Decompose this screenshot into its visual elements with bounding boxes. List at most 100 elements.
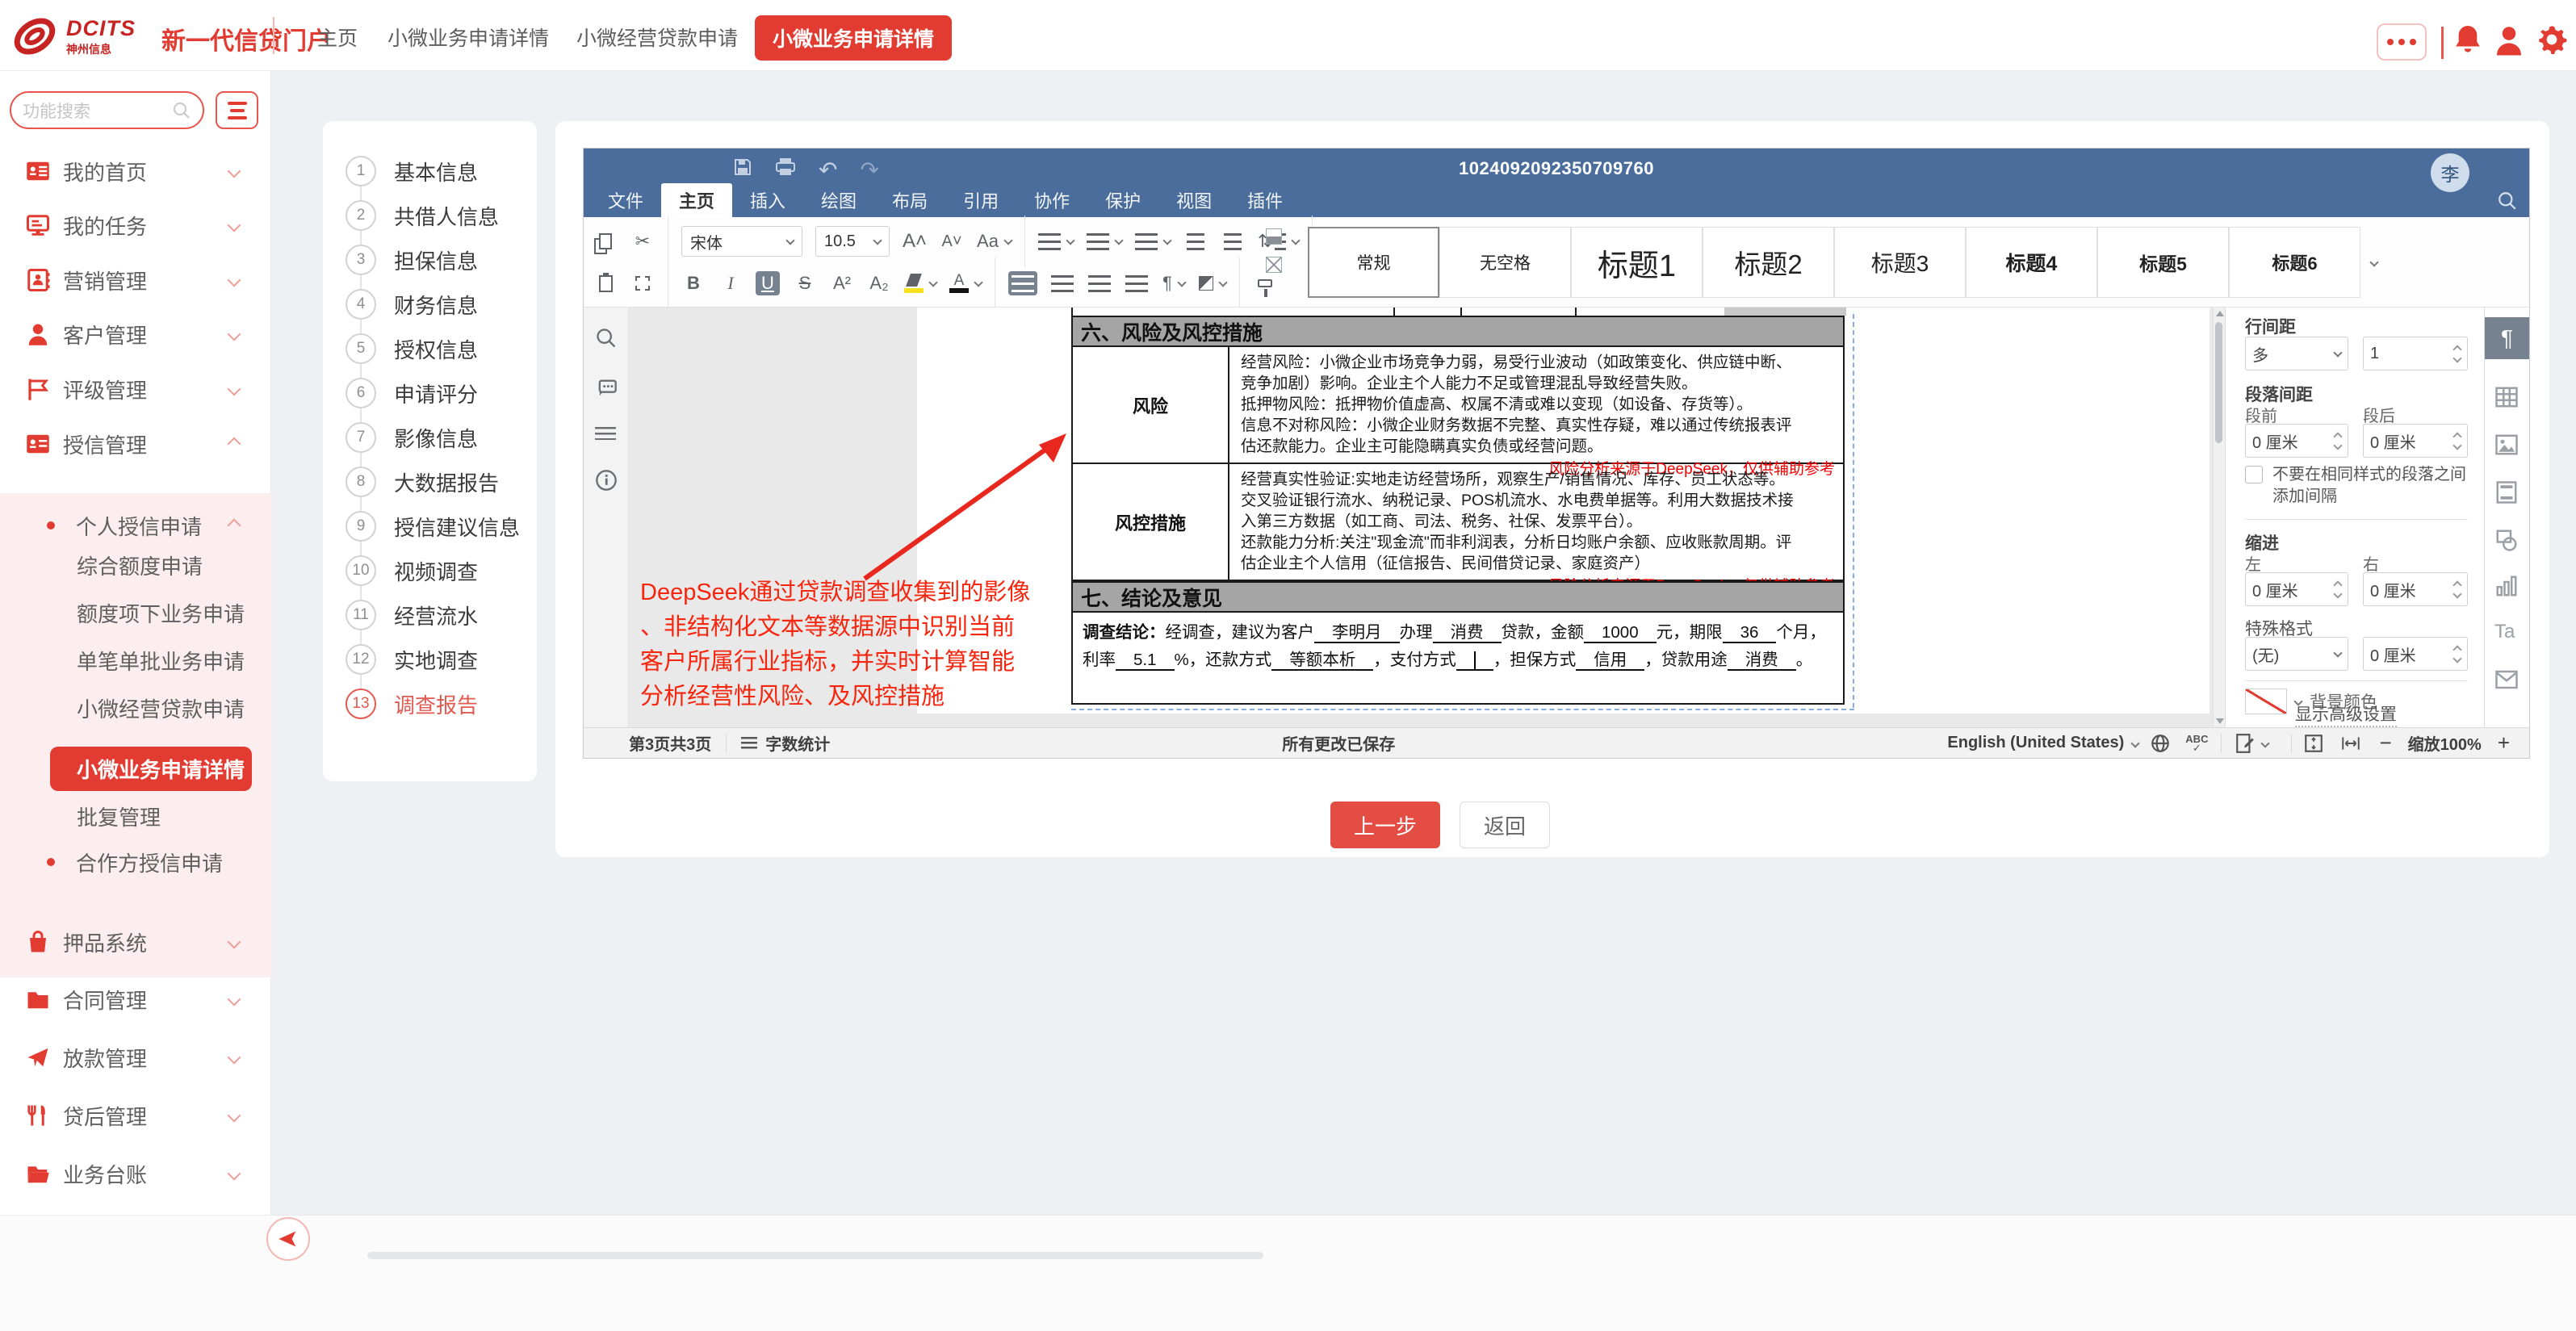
language-selector[interactable]: English (United States) [1947,734,2124,752]
field-payment-method[interactable] [1456,651,1493,671]
decrease-indent-icon[interactable] [1183,229,1208,253]
scroll-up-arrow[interactable] [2216,311,2224,316]
user-icon[interactable] [2494,23,2524,56]
chart-settings-icon[interactable] [2494,574,2519,598]
field-amount[interactable]: 1000 [1584,623,1657,643]
menu-references[interactable]: 引用 [945,183,1016,217]
sidebar-item-customers[interactable]: 客户管理 [0,310,271,358]
globe-icon[interactable] [2150,733,2171,754]
editor-search-icon[interactable] [2497,190,2518,211]
increase-indent-icon[interactable] [1221,229,1245,253]
align-center-icon[interactable] [1050,271,1074,295]
horizontal-scrollbar[interactable] [367,1252,1263,1259]
bullet-list-icon[interactable] [1038,229,1074,253]
spellcheck-icon[interactable]: ABC✓ [2185,735,2208,752]
step-1[interactable]: 1基本信息 [323,156,537,186]
menu-protection[interactable]: 保护 [1087,183,1158,217]
no-color-swatch[interactable] [2245,689,2287,714]
style-heading5[interactable]: 标题5 [2097,227,2229,298]
bold-icon[interactable]: B [681,271,706,295]
headings-nav-icon[interactable] [595,427,616,440]
style-normal[interactable]: 常规 [1308,227,1439,298]
advanced-settings-link[interactable]: 显示高级设置 [2295,701,2397,727]
style-heading2[interactable]: 标题2 [1703,227,1834,298]
nav-active-tab[interactable]: 小微业务申请详情 [755,15,952,61]
menu-file[interactable]: 文件 [590,183,661,217]
find-icon[interactable] [595,327,618,349]
sidebar-item-rating[interactable]: 评级管理 [0,365,271,413]
comments-icon[interactable] [595,377,618,400]
gear-icon[interactable] [2536,23,2567,56]
sidebar-item-comprehensive-quota[interactable]: 综合额度申请 [77,550,203,580]
step-11[interactable]: 11经营流水 [323,600,537,630]
menu-insert[interactable]: 插入 [732,183,803,217]
previous-step-button[interactable]: 上一步 [1330,802,1440,848]
field-customer-name[interactable]: 李明月 [1314,623,1400,643]
justify-icon[interactable] [1125,271,1149,295]
select-icon[interactable] [630,271,655,295]
table-settings-icon[interactable] [2494,385,2519,409]
menu-draw[interactable]: 绘图 [803,183,874,217]
sidebar-item-contracts[interactable]: 合同管理 [0,975,271,1023]
indent-left-input[interactable]: 0 厘米 [2245,572,2348,606]
field-repayment[interactable]: 等额本析 [1271,651,1373,671]
multilevel-list-icon[interactable] [1135,229,1171,253]
copy-icon[interactable] [593,229,618,253]
sidebar-item-ledger[interactable]: 业务台账 [0,1149,271,1198]
collaborator-avatar[interactable]: 李 [2431,153,2469,192]
text-art-settings-icon[interactable]: Ta [2494,621,2515,643]
align-right-icon[interactable] [1087,271,1112,295]
word-count-label[interactable]: 字数统计 [765,731,830,755]
special-format-select[interactable]: (无) [2245,637,2348,671]
menu-collaboration[interactable]: 协作 [1016,183,1087,217]
return-button[interactable]: 返回 [1460,802,1550,848]
font-color-icon[interactable]: A [949,271,982,295]
field-loan-type[interactable]: 消费 [1433,623,1502,643]
nav-home[interactable]: 主页 [317,23,358,52]
sidebar-item-collateral[interactable]: 押品系统 [0,918,271,966]
document-scrollbar[interactable] [2213,308,2225,727]
sidebar-item-post-loan[interactable]: 贷后管理 [0,1091,271,1140]
style-border-icon[interactable] [1266,257,1282,277]
style-no-spacing[interactable]: 无空格 [1439,227,1571,298]
sidebar-item-credit-mgmt[interactable]: 授信管理 [0,420,271,468]
indent-right-input[interactable]: 0 厘米 [2363,572,2468,606]
redo-icon[interactable]: ↷ [860,157,878,183]
zoom-in-button[interactable]: + [2498,730,2510,755]
step-3[interactable]: 3担保信息 [323,245,537,275]
change-case-icon[interactable]: Aa [977,229,1012,253]
styles-more-button[interactable] [2360,227,2388,298]
paragraph-marks-icon[interactable]: ¶ [1162,271,1186,295]
fit-page-icon[interactable] [2303,733,2324,754]
shrink-font-icon[interactable]: A˅ [940,229,964,253]
step-8[interactable]: 8大数据报告 [323,467,537,497]
track-changes-icon[interactable] [2235,733,2256,754]
menu-layout[interactable]: 布局 [874,183,945,217]
field-rate[interactable]: 5.1 [1116,651,1175,671]
italic-icon[interactable]: I [718,271,743,295]
scrollbar-thumb[interactable] [2215,322,2222,443]
sidebar-item-approval-mgmt[interactable]: 批复管理 [77,802,161,831]
conclusion-cell[interactable]: 调查结论：经调查，建议为客户李明月办理消费贷款，金额1000元，期限36个月，利… [1071,613,1845,705]
menu-plugins[interactable]: 插件 [1229,183,1301,217]
header-footer-settings-icon[interactable] [2494,480,2519,504]
step-5[interactable]: 5授权信息 [323,333,537,364]
line-spacing-select[interactable]: 多 [2245,337,2348,370]
message-bubble-button[interactable] [2377,23,2427,61]
shading-icon[interactable] [1199,271,1226,295]
sidebar-item-my-home[interactable]: 我的首页 [0,147,271,195]
info-icon[interactable] [595,469,618,492]
field-term[interactable]: 36 [1723,623,1777,643]
superscript-icon[interactable]: A² [830,271,854,295]
step-13-active[interactable]: 13调查报告 [323,689,537,719]
bell-icon[interactable] [2454,23,2482,56]
function-search-input[interactable]: 功能搜索 [10,91,204,129]
step-12[interactable]: 12实地调查 [323,644,537,675]
style-heading1[interactable]: 标题1 [1571,227,1703,298]
style-heading3[interactable]: 标题3 [1834,227,1966,298]
field-guarantee[interactable]: 信用 [1576,651,1644,671]
align-left-icon[interactable] [1008,271,1037,295]
grow-font-icon[interactable]: A˄ [903,229,927,253]
fit-width-icon[interactable] [2340,733,2361,754]
mail-merge-icon[interactable] [2494,668,2519,692]
